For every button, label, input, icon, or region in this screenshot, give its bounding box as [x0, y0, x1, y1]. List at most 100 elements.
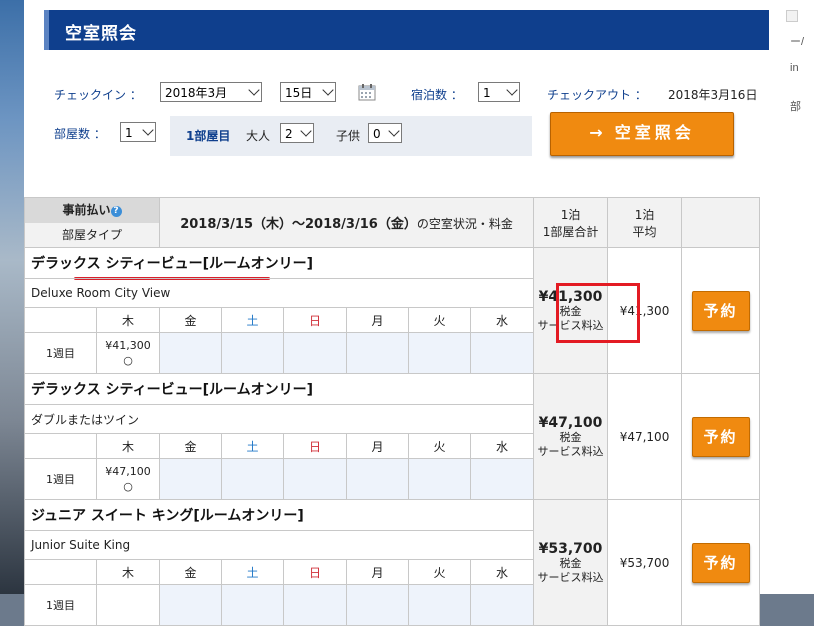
checkout-date: 2018年3月16日	[668, 88, 758, 102]
room-name: デラックス シティービュー[ルームオンリー]	[23, 247, 535, 279]
children-value: 0	[373, 127, 381, 141]
chevron-down-icon	[506, 84, 518, 96]
calendar-icon[interactable]	[358, 83, 376, 101]
background-window-right: ー/ in 部	[784, 0, 814, 594]
children-select[interactable]: 0	[368, 123, 402, 143]
book-button[interactable]: 予約	[691, 290, 750, 331]
day-cell-empty	[470, 332, 535, 374]
room-average-price: ¥53,700	[607, 499, 683, 626]
room-1-guests-box: 1部屋目 大人 2 子供 0	[170, 116, 532, 156]
nights-select[interactable]: 1	[478, 82, 520, 102]
week-header-blank	[24, 307, 97, 333]
day-cell-empty	[283, 332, 348, 374]
search-availability-button[interactable]: → 空室照会	[550, 112, 734, 156]
total-header-line2: 1部屋合計	[542, 224, 599, 239]
availability-table: 事前払い? 部屋タイプ 2018/3/15（木）～2018/3/16（金）の空室…	[23, 197, 761, 626]
day-sun: 日	[283, 559, 348, 585]
roomtype-header: 事前払い? 部屋タイプ	[23, 197, 161, 248]
day-cell-empty	[159, 458, 223, 500]
day-price-cell[interactable]: ¥47,100 ○	[95, 458, 161, 500]
room-name: デラックス シティービュー[ルームオンリー]	[23, 373, 535, 405]
chevron-down-icon	[300, 125, 312, 137]
children-label: 子供	[336, 129, 361, 143]
right-strip-text-3: 部	[790, 101, 801, 113]
room-total-amount: ¥53,700	[538, 540, 603, 557]
tax-note: 税金	[559, 556, 582, 570]
checkin-month-select[interactable]: 2018年3月	[160, 82, 262, 102]
week-label: 1週目	[24, 458, 97, 500]
room-subtitle: ダブルまたはツイン	[23, 404, 535, 434]
adults-label: 大人	[246, 129, 271, 143]
day-cell-empty	[346, 458, 410, 500]
day-price: ¥41,300	[105, 339, 151, 352]
day-cell-empty	[221, 458, 285, 500]
availability-mark: ○	[123, 354, 133, 367]
day-cell-empty	[470, 458, 535, 500]
room-total-amount: ¥47,100	[538, 414, 603, 431]
chevron-down-icon	[248, 84, 260, 96]
tax-note: 税金	[559, 430, 582, 444]
rooms-select[interactable]: 1	[120, 122, 156, 142]
search-button-label: 空室照会	[614, 123, 695, 142]
week-header-blank	[24, 433, 97, 459]
checkin-day-select[interactable]: 15日	[280, 82, 336, 102]
day-cell-empty	[221, 332, 285, 374]
chevron-down-icon	[142, 124, 154, 136]
day-tue: 火	[408, 559, 472, 585]
nights-label: 宿泊数 ：	[411, 88, 463, 102]
day-cell-empty	[408, 584, 472, 626]
right-strip-text-2: in	[790, 62, 799, 74]
day-price-cell[interactable]: ¥41,300 ○	[95, 332, 161, 374]
day-price-cell[interactable]	[95, 584, 161, 626]
total-header-line1: 1泊	[560, 207, 581, 222]
page-title-bar: 空室照会	[44, 10, 769, 50]
prepay-label: 事前払い	[62, 203, 111, 217]
day-cell-empty	[283, 458, 348, 500]
day-tue: 火	[408, 433, 472, 459]
book-cell: 予約	[681, 373, 761, 500]
checkin-month-value: 2018年3月	[165, 86, 228, 100]
roomtype-label: 部屋タイプ	[25, 223, 160, 247]
week-label: 1週目	[24, 332, 97, 374]
day-sat: 土	[221, 433, 285, 459]
room-average-price: ¥41,300	[607, 247, 683, 374]
day-price: ¥47,100	[105, 465, 151, 478]
date-range-header: 2018/3/15（木）～2018/3/16（金）の空室状況・料金	[159, 197, 535, 248]
adults-value: 2	[285, 127, 293, 141]
book-cell: 予約	[681, 499, 761, 626]
window-icon	[786, 10, 798, 22]
day-cell-empty	[221, 584, 285, 626]
day-thu: 木	[95, 433, 161, 459]
avg-header-line2: 平均	[632, 224, 657, 239]
day-fri: 金	[159, 559, 223, 585]
help-icon[interactable]: ?	[110, 206, 122, 217]
service-note: サービス料込	[537, 318, 604, 332]
day-sat: 土	[221, 559, 285, 585]
day-sat: 土	[221, 307, 285, 333]
room-subtitle: Deluxe Room City View	[23, 278, 535, 308]
room-total-price: ¥47,100 税金 サービス料込	[533, 373, 609, 500]
room-total-amount: ¥41,300	[538, 288, 603, 305]
chevron-down-icon	[388, 125, 400, 137]
day-wed: 水	[470, 307, 535, 333]
day-cell-empty	[346, 584, 410, 626]
week-header-blank	[24, 559, 97, 585]
book-button[interactable]: 予約	[691, 542, 750, 583]
room-1-label: 1部屋目	[186, 129, 231, 143]
day-cell-empty	[283, 584, 348, 626]
day-thu: 木	[95, 559, 161, 585]
room-subtitle: Junior Suite King	[23, 530, 535, 560]
day-wed: 水	[470, 433, 535, 459]
book-button[interactable]: 予約	[691, 416, 750, 457]
checkout-label: チェックアウト ：	[547, 88, 647, 102]
table-row: デラックス シティービュー[ルームオンリー] ¥47,100 税金 サービス料込…	[23, 373, 761, 500]
day-cell-empty	[159, 332, 223, 374]
prepay-header: 事前払い?	[25, 198, 160, 223]
day-mon: 月	[346, 433, 410, 459]
total-header: 1泊 1部屋合計	[533, 197, 609, 248]
day-wed: 水	[470, 559, 535, 585]
page-title: 空室照会	[65, 24, 137, 44]
avg-header-line1: 1泊	[634, 207, 655, 222]
right-strip-text-1: ー/	[790, 36, 805, 48]
adults-select[interactable]: 2	[280, 123, 314, 143]
